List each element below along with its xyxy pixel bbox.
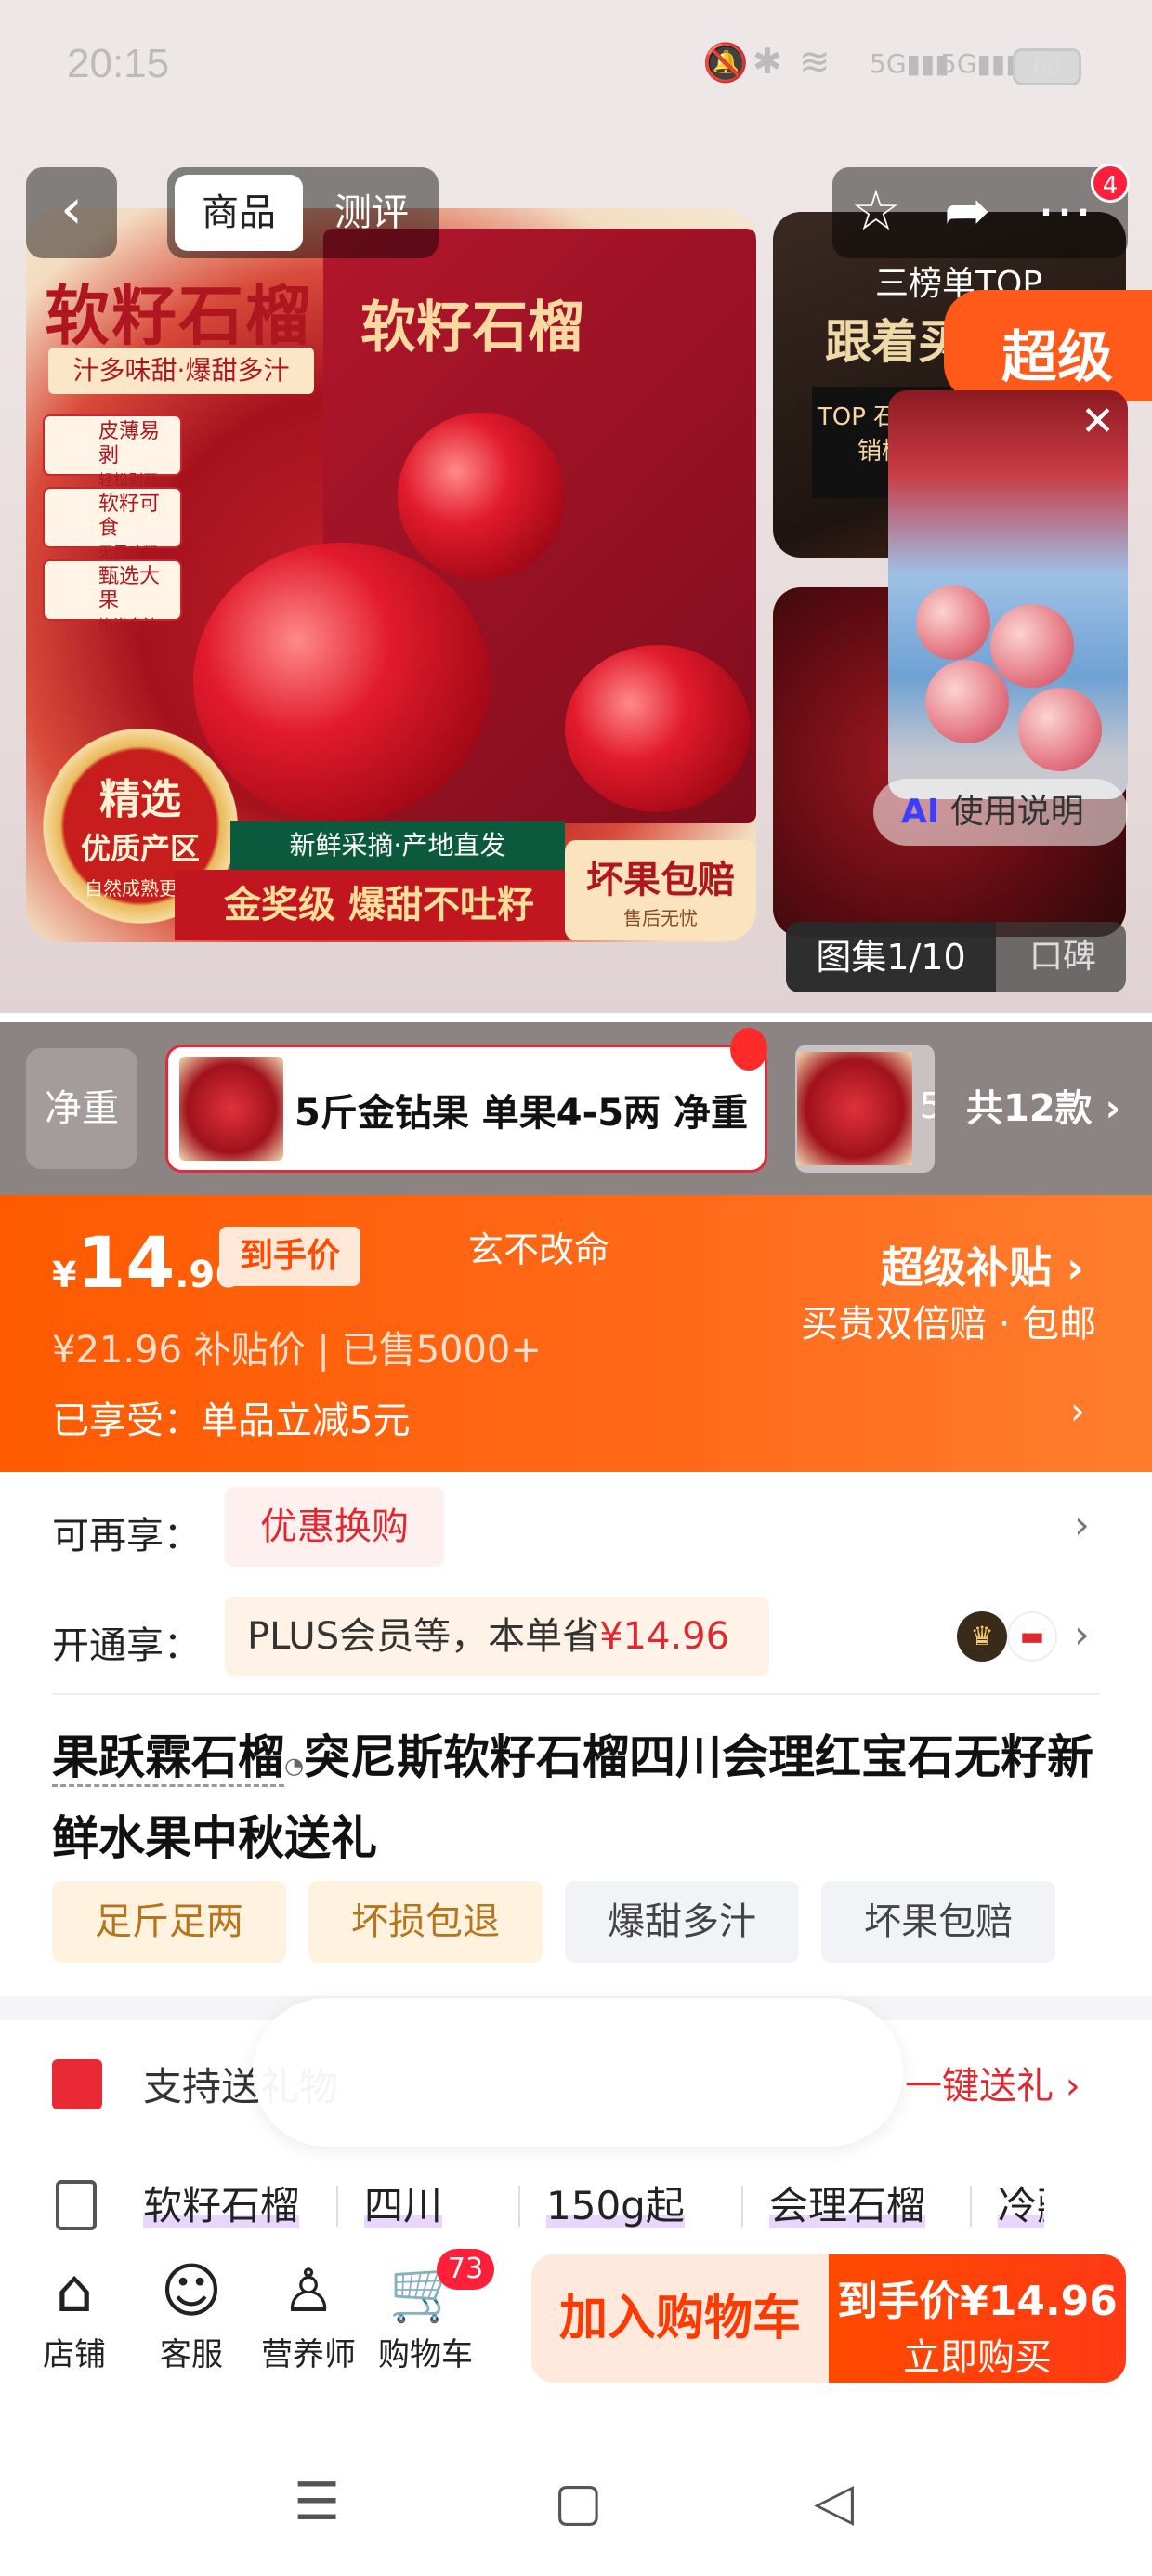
back-nav-icon[interactable]: ◁ [814, 2472, 854, 2532]
crown-icon: ♛ [957, 1611, 1007, 1662]
pomegranate-art-2 [398, 413, 565, 580]
variant-thumb [179, 1057, 283, 1161]
add-to-cart-button[interactable]: 加入购物车 [531, 2254, 829, 2383]
super-subsidy-tab[interactable]: 超级 [944, 290, 1152, 401]
tab-service[interactable]: ☺ 客服 [136, 2254, 247, 2374]
price-motto: 玄不改命 [468, 1229, 610, 1270]
gallery-tab-album[interactable]: 图集1/10 [786, 922, 996, 992]
pomegranate-art-3 [565, 645, 751, 812]
variant-selected[interactable]: 5斤金钻果 单果4-5两 净重 [165, 1045, 767, 1173]
chip-refund: 坏损包退 [308, 1881, 543, 1963]
plus-member-offer[interactable]: PLUS会员等，本单省¥14.96 [225, 1597, 769, 1676]
header-actions: ☆ ➦ ⋯ [832, 167, 1128, 258]
wifi-icon: ≋ [799, 41, 831, 84]
spec-separator [518, 2186, 520, 2227]
extra-offer-label: 可再享： [52, 1515, 201, 1557]
spec-item: 四川 [364, 2183, 443, 2228]
signal-icon-1: 5G▮▮▮ [870, 48, 949, 79]
back-button[interactable]: ‹ [26, 167, 117, 258]
art-strip-gold: 金奖级 爆甜不吐籽 [175, 870, 583, 940]
gift-icon [52, 2059, 102, 2109]
art-strip-fresh: 新鲜采摘·产地直发 [230, 821, 565, 870]
variant-thumb [797, 1052, 912, 1165]
peach-art [916, 585, 990, 660]
chip-juicy: 爆甜多汁 [565, 1881, 799, 1963]
star-icon[interactable]: ☆ [851, 178, 901, 243]
feature-badge-3: 甄选大果 饱满多汁 [43, 559, 182, 634]
feature-badge-2: 软籽可食 无需吐籽 [43, 487, 182, 561]
variant-option[interactable]: 5 [795, 1045, 935, 1173]
final-price-tag: 到手价 [219, 1227, 360, 1286]
variant-count-button[interactable]: 共12款 › [935, 1045, 1152, 1173]
chip-weight: 足斤足两 [52, 1881, 286, 1963]
spec-separator [336, 2186, 338, 2227]
floating-video[interactable]: ✕ [888, 390, 1128, 799]
pomegranate-art [193, 543, 491, 821]
art-strip-guarantee: 坏果包赔 售后无忧 [565, 840, 756, 940]
spec-item: 冷藏 [998, 2175, 1044, 2231]
art-subtitle: 汁多味甜·爆甜多汁 [48, 348, 314, 394]
chevron-right-icon[interactable]: › [1074, 1502, 1090, 1547]
product-title: 果跃霖石榴◔突尼斯软籽石榴四川会理红宝石无籽新鲜水果中秋送礼 [52, 1730, 1093, 1865]
one-click-gift-link[interactable]: 一键送礼 › [905, 2056, 1080, 2109]
tab-nutritionist[interactable]: ♙ 营养师 [253, 2254, 364, 2374]
spec-separator [970, 2186, 972, 2227]
gallery-switcher: 图集1/10 口碑 [786, 922, 1126, 992]
status-time: 20:15 [67, 41, 170, 86]
peach-art [990, 604, 1074, 688]
discount-enjoyed[interactable]: 已享受：单品立减5元 [52, 1390, 410, 1444]
notification-badge: 4 [1091, 164, 1130, 203]
tab-review[interactable]: 测评 [316, 175, 427, 251]
tab-store[interactable]: ⌂ 店铺 [19, 2254, 130, 2374]
divider [52, 1693, 1100, 1695]
signal-icon-2: 5G▮▮▮ [940, 48, 1020, 79]
close-icon[interactable]: ✕ [1080, 398, 1115, 445]
exchange-offer-tag[interactable]: 优惠换购 [225, 1487, 444, 1567]
box-title: 软籽石榴 [360, 296, 583, 361]
spec-item: 150g起 [546, 2183, 685, 2228]
tab-product[interactable]: 商品 [175, 175, 303, 251]
gallery-tab-reputation[interactable]: 口碑 [1000, 922, 1126, 992]
main-product-image[interactable]: 软籽石榴 汁多味甜·爆甜多汁 皮薄易剥 轻松剥开 软籽可食 无需吐籽 甄选大果 饱满多… [26, 208, 756, 942]
chevron-right-icon[interactable]: › [1070, 1390, 1085, 1433]
more-icon[interactable]: ⋯ [1037, 178, 1093, 243]
spec-separator [741, 2186, 743, 2227]
chevron-right-icon[interactable]: › [1074, 1611, 1090, 1657]
variant-label: 净重 [26, 1048, 137, 1169]
peach-art [925, 660, 1009, 743]
super-subsidy-desc: 买贵双倍赔 · 包邮 [801, 1303, 1097, 1346]
peach-art [1018, 688, 1102, 771]
store-icon: ⌂ [55, 2257, 94, 2326]
spec-item: 会理石榴 [769, 2183, 926, 2228]
chip-bad-fruit: 坏果包赔 [821, 1881, 1055, 1963]
document-icon [56, 2180, 97, 2230]
cart-count-badge: 73 [437, 2249, 494, 2290]
hot-icon [730, 1028, 767, 1071]
feature-badge-1: 皮薄易剥 轻松剥开 [43, 414, 182, 489]
mute-icon: 🔕 [702, 42, 749, 85]
brand-info-icon: ◔ [284, 1753, 304, 1779]
battery-icon: 60 [1013, 48, 1081, 85]
header-tabs: 商品 测评 [167, 167, 439, 258]
menu-icon[interactable]: ☰ [294, 2472, 340, 2532]
super-subsidy-link[interactable]: 超级补贴 › [881, 1234, 1084, 1295]
bluetooth-icon: ✱ [753, 41, 782, 82]
final-price: ¥14.96 [52, 1221, 242, 1304]
spec-item: 软籽石榴 [143, 2183, 300, 2228]
art-title: 软籽石榴 [45, 277, 312, 354]
share-icon[interactable]: ➦ [944, 178, 990, 243]
smile-icon: ☺ [160, 2257, 223, 2326]
buy-now-button[interactable]: 到手价¥14.96 立即购买 [829, 2254, 1126, 2383]
membership-label: 开通享： [52, 1624, 201, 1667]
original-price: ¥21.96 补贴价 | 已售5000+ [52, 1329, 542, 1372]
toast-overlay [253, 1998, 903, 2147]
card-icon: ▬ [1007, 1611, 1057, 1662]
person-icon: ♙ [281, 2257, 335, 2326]
ai-usage-button[interactable]: AI 使用说明 [873, 779, 1128, 846]
brand-name[interactable]: 果跃霖石榴 [52, 1730, 284, 1787]
home-icon[interactable]: ▢ [554, 2472, 603, 2532]
